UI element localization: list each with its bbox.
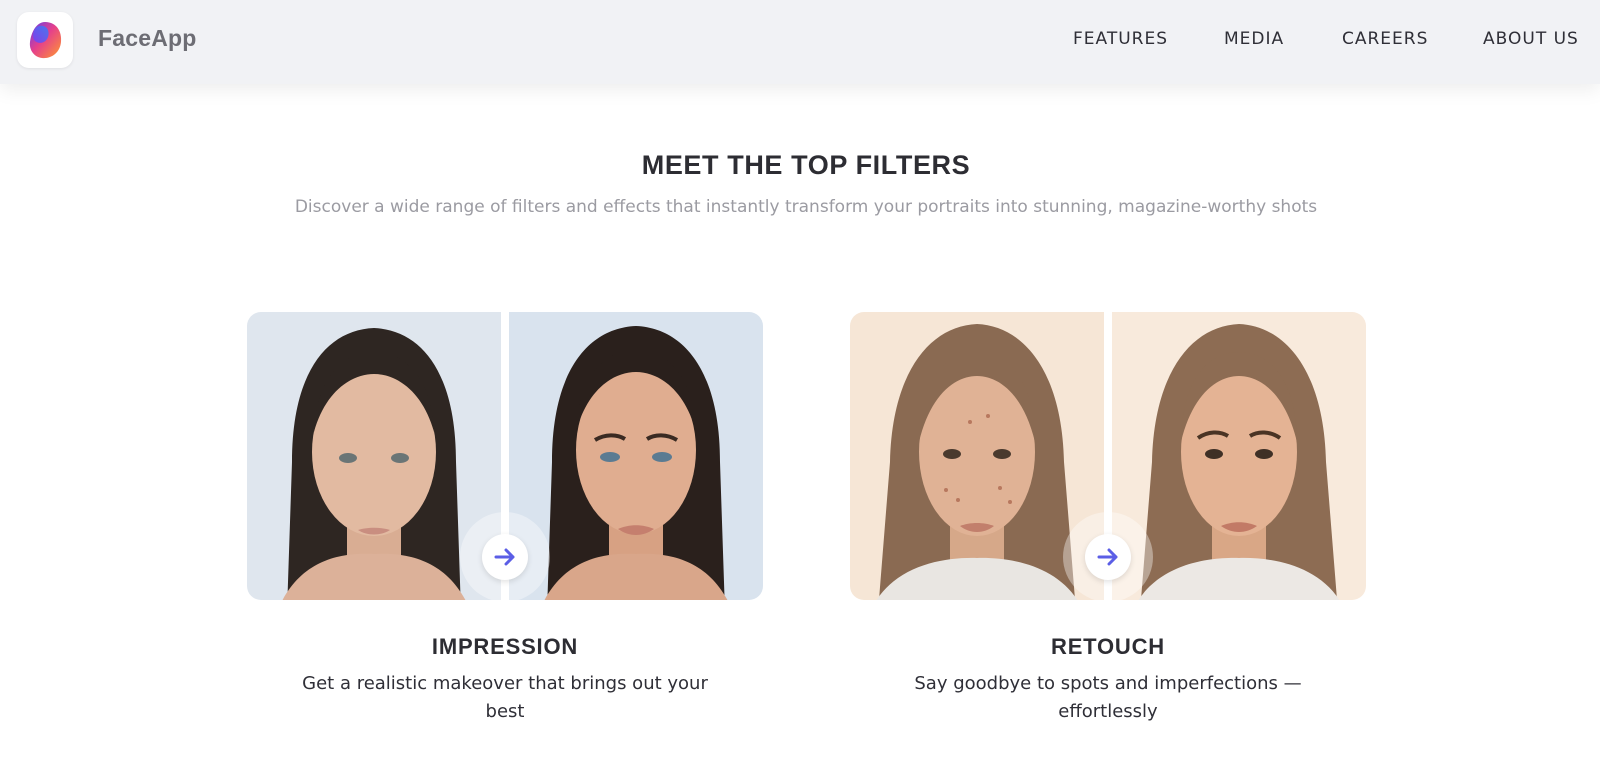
main-nav: FEATURES MEDIA CAREERS ABOUT US	[0, 29, 1600, 53]
filter-title: IMPRESSION	[431, 634, 579, 659]
arrow-right-icon[interactable]	[1085, 534, 1131, 580]
before-after-image[interactable]	[247, 312, 763, 600]
arrow-right-icon[interactable]	[482, 534, 528, 580]
section-title: MEET THE TOP FILTERS	[641, 150, 971, 180]
filter-title: RETOUCH	[1051, 634, 1165, 659]
filter-description: Get a realistic makeover that brings out…	[302, 673, 708, 722]
section-subtitle: Discover a wide range of filters and eff…	[294, 197, 1318, 217]
site-header: FaceApp FEATURES MEDIA CAREERS ABOUT US	[0, 0, 1600, 84]
nav-features[interactable]: FEATURES	[1073, 29, 1168, 49]
before-after-image[interactable]	[850, 312, 1366, 600]
filter-card-impression[interactable]: IMPRESSION Get a realistic makeover that…	[247, 312, 763, 726]
nav-media[interactable]: MEDIA	[1224, 29, 1284, 49]
nav-careers[interactable]: CAREERS	[1342, 29, 1428, 49]
filter-description: Say goodbye to spots and imperfections —…	[914, 673, 1302, 722]
filter-card-retouch[interactable]: RETOUCH Say goodbye to spots and imperfe…	[850, 312, 1366, 726]
nav-about-us[interactable]: ABOUT US	[1483, 29, 1579, 49]
